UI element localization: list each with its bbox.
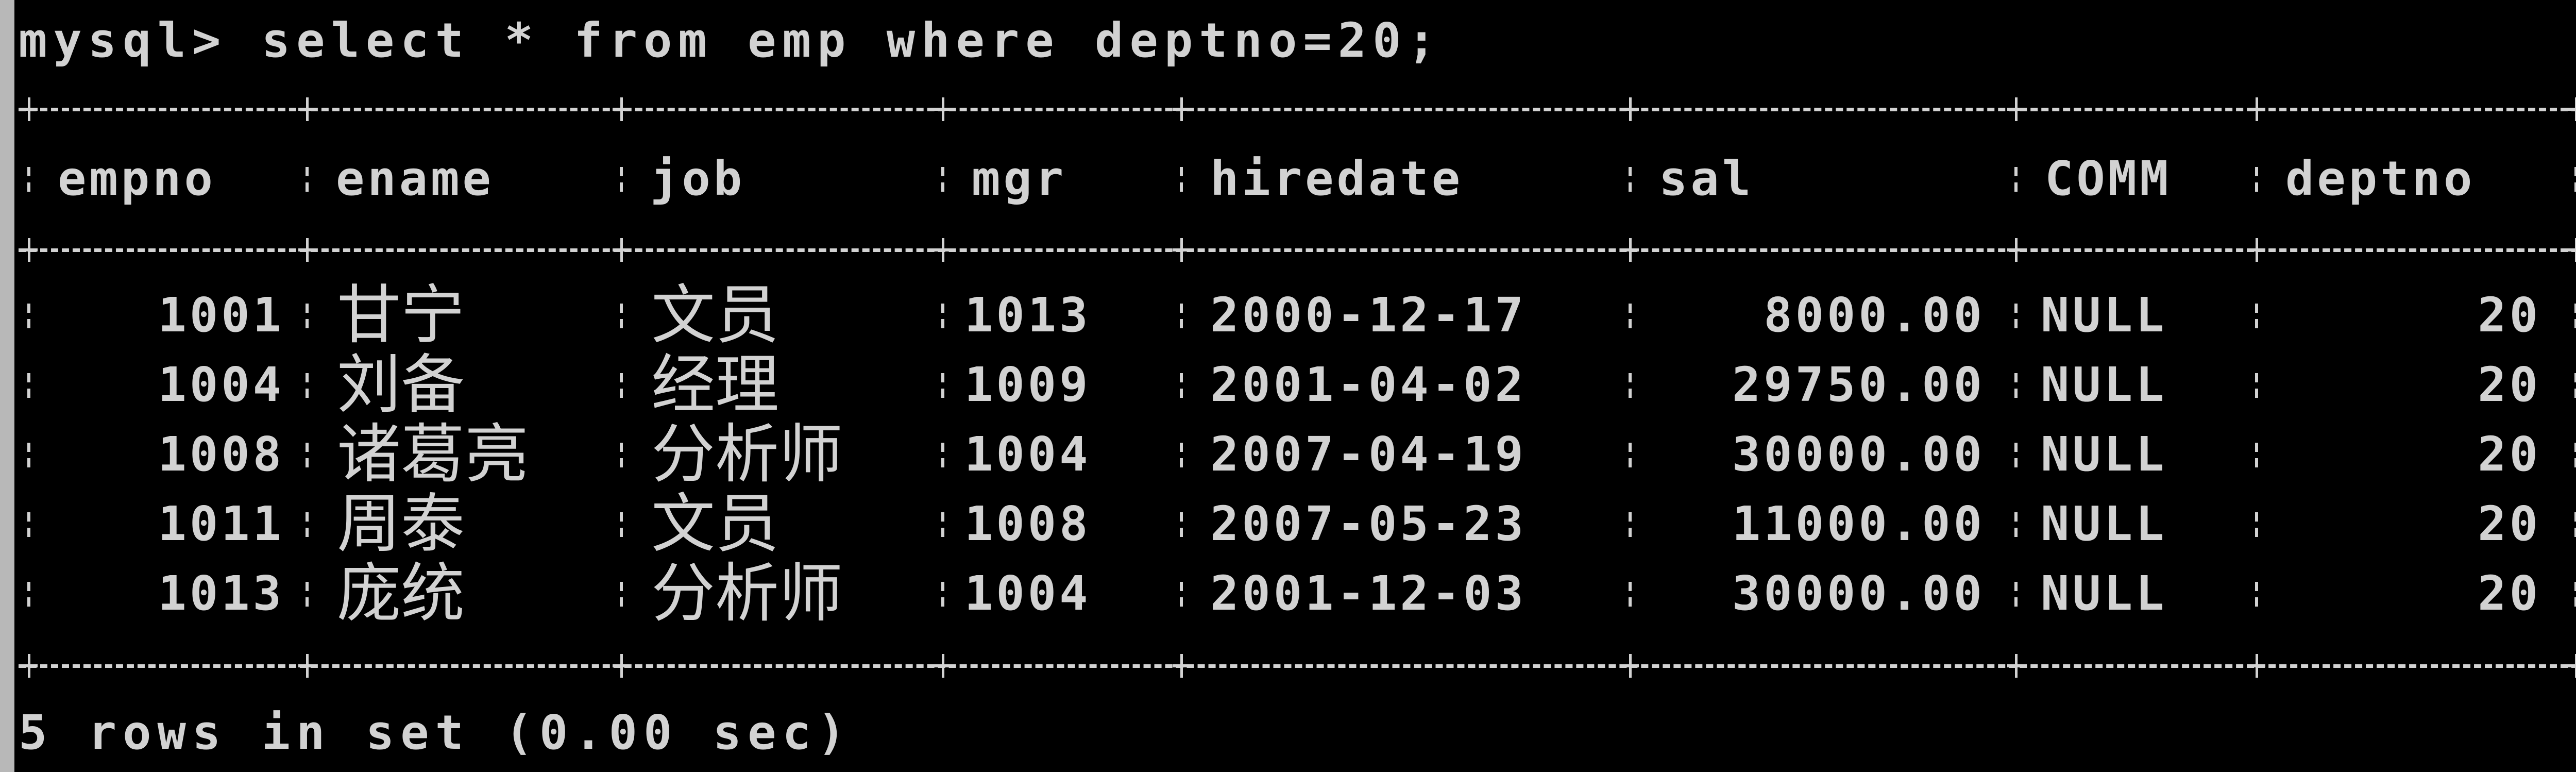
table-border-corner xyxy=(613,97,630,121)
column-header-empno: empno xyxy=(58,151,216,206)
cell-job: 文员 xyxy=(651,487,779,561)
table-row: 1004 刘备 经理 1009 2001-04-02 29750.00 NULL 20 xyxy=(19,350,2576,419)
table-border-corner xyxy=(1173,654,1190,678)
cell-empno: 1004 xyxy=(158,357,284,412)
cell-mgr: 1004 xyxy=(964,566,1091,621)
cell-empno: 1013 xyxy=(158,566,284,621)
cell-mgr: 1004 xyxy=(964,427,1091,482)
column-header-comm: COMM xyxy=(2045,151,2172,206)
cell-deptno: 20 xyxy=(2478,357,2541,412)
table-bottom-border xyxy=(19,631,2576,700)
table-border-corner xyxy=(2007,654,2025,678)
cell-empno: 1008 xyxy=(158,427,284,482)
cell-ename: 周泰 xyxy=(337,487,465,561)
table-border-corner xyxy=(298,238,316,262)
table-border-line xyxy=(19,248,2576,252)
table-border-corner xyxy=(20,238,38,262)
cell-sal: 11000.00 xyxy=(1732,496,1985,551)
window-left-border xyxy=(0,0,14,772)
cell-hiredate: 2001-12-03 xyxy=(1210,566,1527,621)
table-border-corner xyxy=(1621,654,1639,678)
table-row: 1001 甘宁 文员 1013 2000-12-17 8000.00 NULL 20 xyxy=(19,281,2576,350)
column-header-hiredate: hiredate xyxy=(1210,151,1464,206)
cell-job: 文员 xyxy=(651,278,779,353)
table-border-corner xyxy=(2567,238,2576,262)
cell-deptno: 20 xyxy=(2478,566,2541,621)
cell-mgr: 1008 xyxy=(964,496,1091,551)
table-border-corner xyxy=(1621,97,1639,121)
command-prompt-line: mysql> select * from emp where deptno=20… xyxy=(19,13,1442,68)
cell-comm: NULL xyxy=(2041,357,2167,412)
table-border-corner xyxy=(2567,654,2576,678)
table-border-corner xyxy=(20,97,38,121)
cell-job: 分析师 xyxy=(651,557,843,631)
column-header-mgr: mgr xyxy=(972,151,1067,206)
cell-hiredate: 2000-12-17 xyxy=(1210,288,1527,343)
cell-ename: 刘备 xyxy=(337,348,465,422)
table-top-border xyxy=(19,75,2576,144)
column-header-deptno: deptno xyxy=(2285,151,2476,206)
cell-hiredate: 2007-04-19 xyxy=(1210,427,1527,482)
table-header-row: empno ename job mgr hiredate sal COMM deptno xyxy=(19,144,2576,213)
column-header-sal: sal xyxy=(1659,151,1754,206)
table-border-corner xyxy=(2567,97,2576,121)
table-border-line xyxy=(19,664,2576,668)
table-border-line xyxy=(19,108,2576,111)
table-border-corner xyxy=(20,654,38,678)
cell-deptno: 20 xyxy=(2478,288,2541,343)
table-border-corner xyxy=(298,97,316,121)
cell-deptno: 20 xyxy=(2478,496,2541,551)
table-border-corner xyxy=(2248,654,2265,678)
cell-comm: NULL xyxy=(2041,496,2167,551)
cell-mgr: 1013 xyxy=(964,288,1091,343)
cell-comm: NULL xyxy=(2041,566,2167,621)
table-border-corner xyxy=(2248,238,2265,262)
cell-job: 经理 xyxy=(651,348,779,422)
table-row: 1013 庞统 分析师 1004 2001-12-03 30000.00 NULL 20 xyxy=(19,559,2576,628)
terminal-window[interactable]: mysql> select * from emp where deptno=20… xyxy=(0,0,2576,772)
cell-job: 分析师 xyxy=(651,417,843,492)
cell-mgr: 1009 xyxy=(964,357,1091,412)
cell-sal: 30000.00 xyxy=(1732,566,1985,621)
table-border-corner xyxy=(1173,238,1190,262)
cell-comm: NULL xyxy=(2041,427,2167,482)
cell-ename: 诸葛亮 xyxy=(337,417,529,492)
table-border-corner xyxy=(2007,97,2025,121)
cell-comm: NULL xyxy=(2041,288,2167,343)
table-border-corner xyxy=(1621,238,1639,262)
column-header-ename: ename xyxy=(336,151,494,206)
table-border-corner xyxy=(2007,238,2025,262)
cell-sal: 29750.00 xyxy=(1732,357,1985,412)
table-border-corner xyxy=(1173,97,1190,121)
table-border-corner xyxy=(934,238,952,262)
table-border-corner xyxy=(2248,97,2265,121)
table-border-corner xyxy=(934,654,952,678)
cell-hiredate: 2007-05-23 xyxy=(1210,496,1527,551)
table-header-border xyxy=(19,215,2576,284)
cell-hiredate: 2001-04-02 xyxy=(1210,357,1527,412)
cell-ename: 甘宁 xyxy=(337,278,465,353)
result-summary-line: 5 rows in set (0.00 sec) xyxy=(19,705,852,760)
cell-sal: 8000.00 xyxy=(1764,288,1985,343)
table-border-corner xyxy=(613,238,630,262)
table-border-corner xyxy=(934,97,952,121)
cell-sal: 30000.00 xyxy=(1732,427,1985,482)
table-border-corner xyxy=(613,654,630,678)
cell-empno: 1011 xyxy=(158,496,284,551)
cell-empno: 1001 xyxy=(158,288,284,343)
cell-deptno: 20 xyxy=(2478,427,2541,482)
table-row: 1011 周泰 文员 1008 2007-05-23 11000.00 NULL 20 xyxy=(19,490,2576,559)
column-header-job: job xyxy=(650,151,745,206)
table-row: 1008 诸葛亮 分析师 1004 2007-04-19 30000.00 NULL 20 xyxy=(19,420,2576,489)
table-border-corner xyxy=(298,654,316,678)
cell-ename: 庞统 xyxy=(337,557,465,631)
